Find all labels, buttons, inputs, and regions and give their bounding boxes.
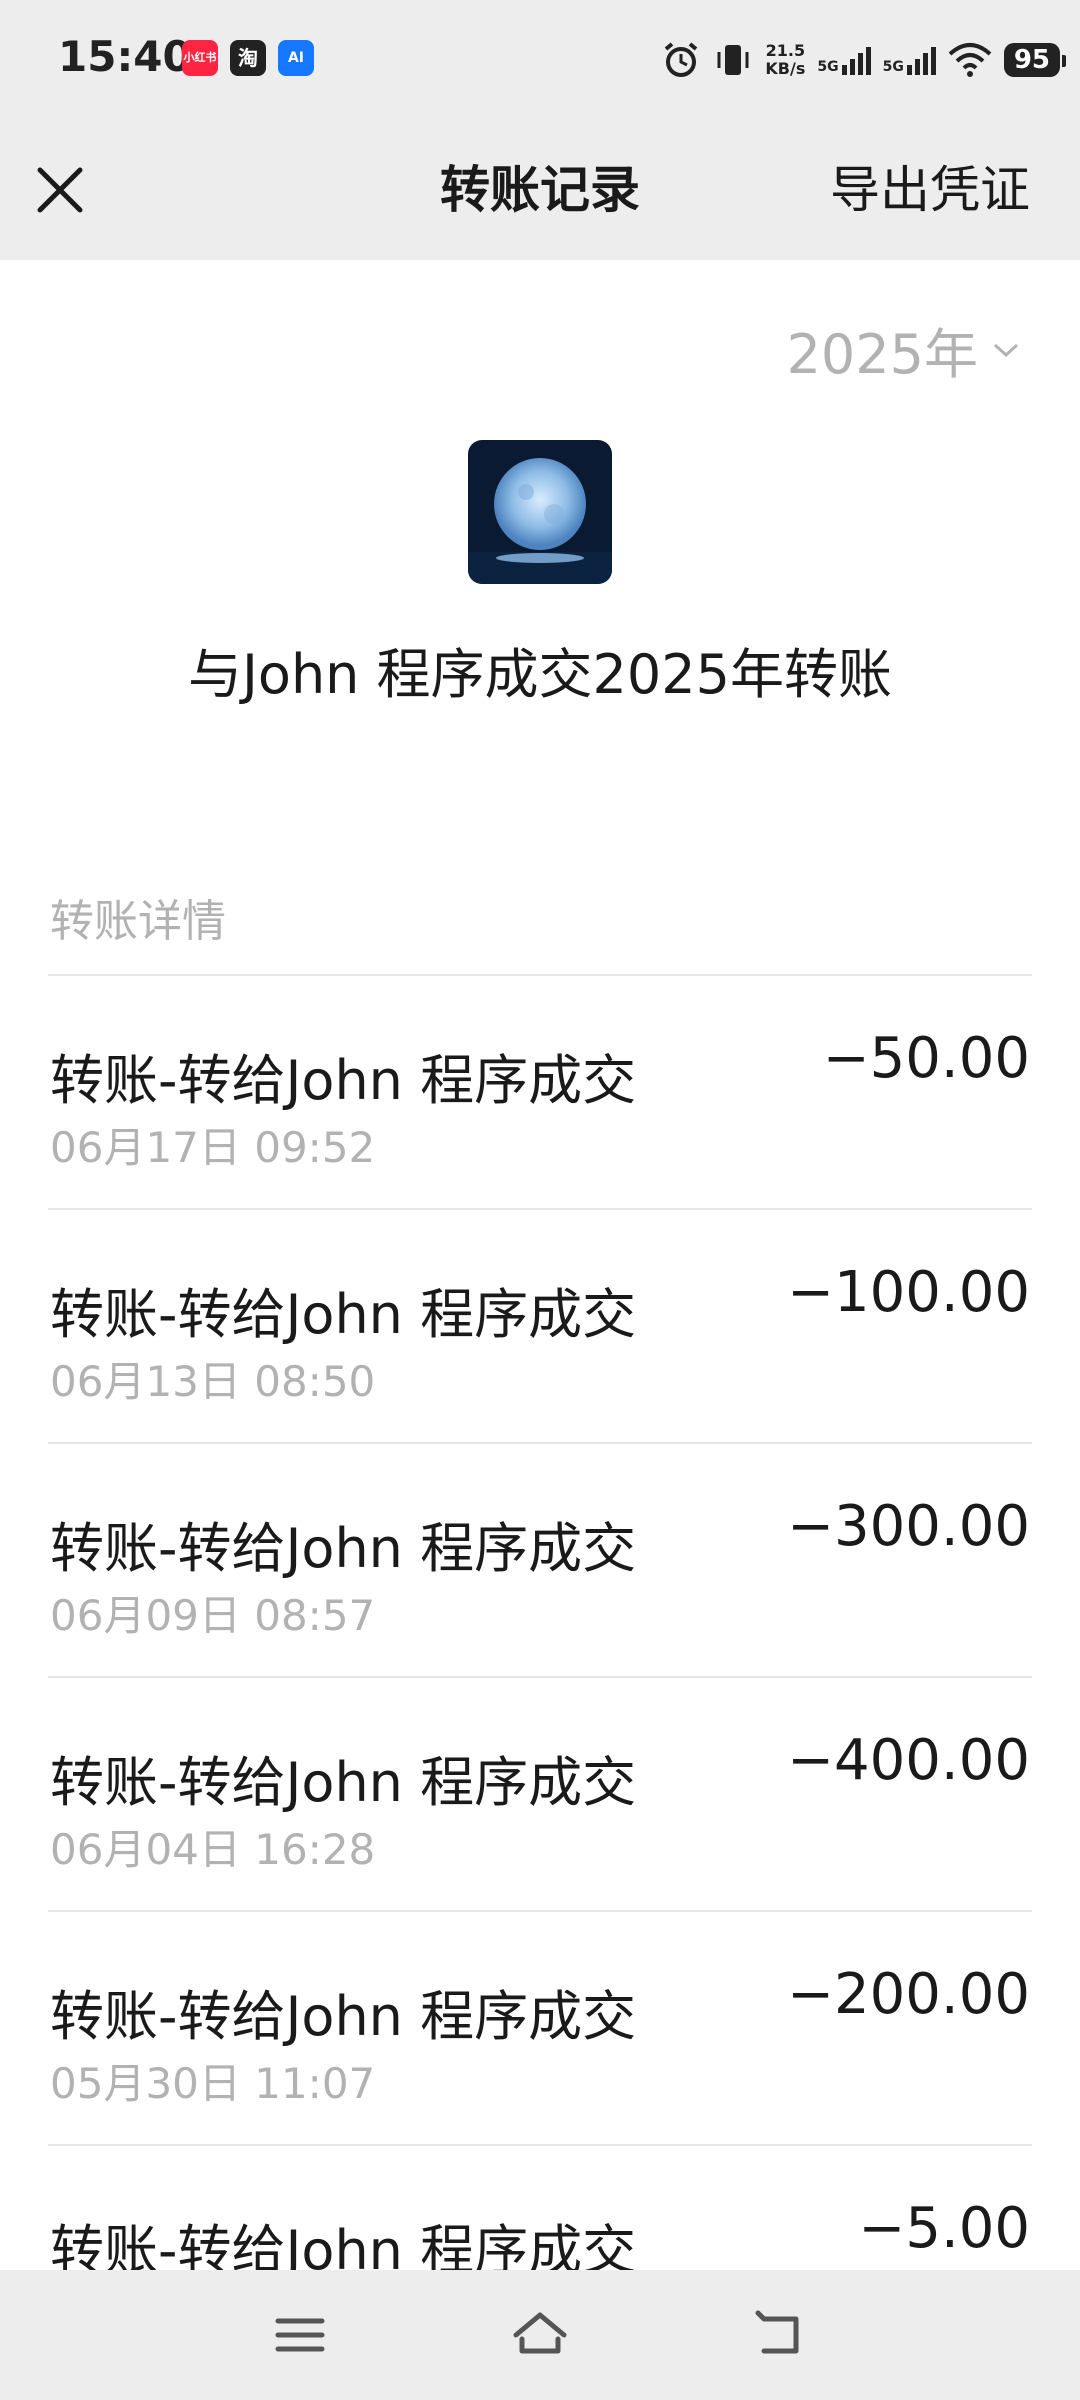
transaction-row[interactable]: 转账-转给John 程序成交 06月17日 09:52 −50.00 <box>0 976 1080 1210</box>
wifi-icon <box>948 43 992 77</box>
signal-bars-icon <box>841 45 871 75</box>
year-selector-label: 2025年 <box>786 323 978 386</box>
signal-2: 5G <box>883 45 936 75</box>
status-right: 21.5 KB/s 5G 5G 95 <box>661 30 1067 90</box>
transaction-time: 06月17日 09:52 <box>50 1123 376 1172</box>
signal-1: 5G <box>817 45 871 75</box>
export-voucher-button[interactable]: 导出凭证 <box>830 160 1030 220</box>
transfer-records-content: 2025年 与John 程序成交2025年转账 转账详情 转账-转给John 程… <box>0 260 1080 2282</box>
transaction-time: 06月04日 16:28 <box>50 1825 376 1874</box>
summary-title: 与John 程序成交2025年转账 <box>187 643 892 706</box>
year-selector[interactable]: 2025年 <box>787 310 1020 389</box>
menu-icon[interactable] <box>270 2305 330 2365</box>
transaction-amount: −50.00 <box>822 1026 1030 1091</box>
net-speed-value: 21.5 <box>765 41 806 60</box>
battery-indicator: 95 <box>1003 43 1067 77</box>
transaction-time: 06月09日 08:57 <box>50 1591 376 1640</box>
back-icon[interactable] <box>750 2305 810 2365</box>
xiaohongshu-icon: 小红书 <box>182 40 218 76</box>
transaction-title: 转账-转给John 程序成交 <box>50 1751 637 1814</box>
avatar <box>468 440 612 584</box>
net-speed-unit: KB/s <box>765 59 806 78</box>
transaction-amount: −5.00 <box>858 2196 1030 2261</box>
alarm-icon <box>665 42 698 77</box>
taobao-icon: 淘 <box>230 40 266 76</box>
transaction-title: 转账-转给John 程序成交 <box>50 1283 637 1346</box>
transaction-row[interactable]: 转账-转给John 程序成交 05月30日 11:07 −200.00 <box>0 1912 1080 2146</box>
transaction-title: 转账-转给John 程序成交 <box>50 1985 637 2048</box>
transaction-amount: −300.00 <box>787 1494 1030 1559</box>
signal-bars-icon <box>906 45 936 75</box>
signal-1-label: 5G <box>817 59 839 75</box>
transaction-row[interactable]: 转账-转给John 程序成交 06月04日 16:28 −400.00 <box>0 1678 1080 1912</box>
status-bar: 15:40 小红书 淘 AI 21.5 KB/s 5G 5G 95 <box>0 0 1080 120</box>
title-bar: 转账记录 导出凭证 <box>0 120 1080 260</box>
section-label: 转账详情 <box>50 896 226 947</box>
transaction-amount: −200.00 <box>787 1962 1030 2027</box>
vibrate-icon <box>717 45 749 75</box>
transaction-row[interactable]: 转账-转给John 程序成交 06月09日 08:57 −300.00 <box>0 1444 1080 1678</box>
transaction-time: 05月30日 11:07 <box>50 2059 376 2108</box>
transaction-row[interactable]: 转账-转给John 程序成交 06月13日 08:50 −100.00 <box>0 1210 1080 1444</box>
transaction-title: 转账-转给John 程序成交 <box>50 1049 637 1112</box>
alipay-ai-icon: AI <box>278 40 314 76</box>
transaction-title: 转账-转给John 程序成交 <box>50 1517 637 1580</box>
system-nav-bar <box>0 2270 1080 2400</box>
transaction-time: 06月13日 08:50 <box>50 1357 376 1406</box>
chevron-down-icon <box>993 343 1019 357</box>
transaction-amount: −100.00 <box>787 1260 1030 1325</box>
transaction-amount: −400.00 <box>787 1728 1030 1793</box>
net-speed: 21.5 KB/s <box>765 42 805 78</box>
signal-2-label: 5G <box>882 59 904 75</box>
status-time: 15:40 <box>58 32 192 81</box>
home-icon[interactable] <box>510 2305 570 2365</box>
